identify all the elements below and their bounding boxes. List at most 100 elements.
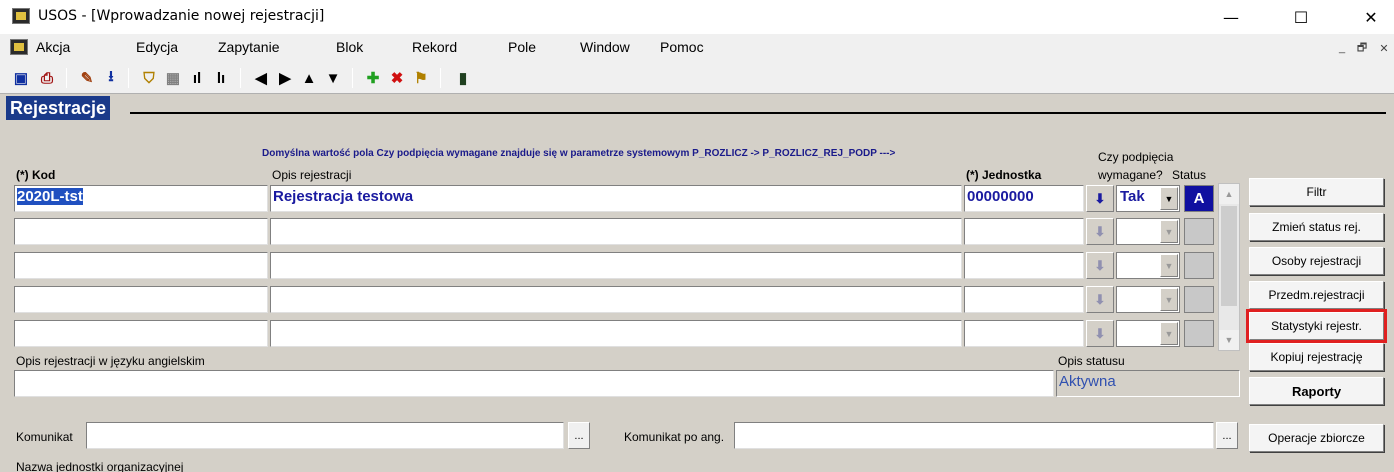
toolbar-separator [240,68,241,88]
lov-button[interactable]: ⬇ [1086,185,1114,212]
jednostka-field[interactable] [964,286,1084,313]
lov-icon: ⬇ [1094,291,1106,307]
opis-field[interactable] [270,320,962,347]
info-note: Domyślna wartość pola Czy podpięcia wyma… [262,148,896,159]
opis-ang-field[interactable] [14,370,1054,397]
toolbar: ▣ ⎙ ✎ ⭳ ⛉ ▦ ıl lı ◀ ▶ ▲ ▼ ✚ ✖ ⚑ ▮ [0,62,1394,94]
podpiecia-select[interactable]: ▼ [1116,320,1180,347]
save-icon[interactable]: ▣ [10,67,32,89]
kod-field[interactable]: 2020L-tst [14,185,268,212]
scroll-down-icon[interactable]: ▼ [1219,330,1239,350]
komunikat-ellipsis-button[interactable]: ... [568,422,590,449]
menu-bar: Akcja Edycja Zapytanie Blok Rekord Pole … [0,34,1394,62]
minimize-button[interactable]: — [1208,0,1254,34]
komunikat-label: Komunikat [16,430,73,444]
prev-icon[interactable]: ◀ [250,67,272,89]
kopiuj-rejestracje-button[interactable]: Kopiuj rejestrację [1249,343,1384,371]
scroll-up-icon[interactable]: ▲ [1219,184,1239,204]
menu-edycja[interactable]: Edycja [136,39,178,55]
download-icon[interactable]: ⭳ [100,67,122,89]
scroll-thumb[interactable] [1221,206,1237,306]
chevron-down-icon: ▼ [1160,220,1178,243]
column-header-podpiecia: Czy podpięcia [1098,150,1174,164]
lov-button[interactable]: ⬇ [1086,252,1114,279]
raporty-button[interactable]: Raporty [1249,377,1384,405]
grid-icon[interactable]: ▦ [162,67,184,89]
print-icon[interactable]: ⎙ [36,67,58,89]
clear-icon[interactable]: ⚑ [410,67,432,89]
status-badge[interactable] [1184,286,1214,313]
kod-field[interactable] [14,286,268,313]
mdi-restore-button[interactable]: 🗗 [1354,40,1370,56]
filter-icon[interactable]: ⛉ [138,67,160,89]
opis-field[interactable]: Rejestracja testowa [270,185,962,212]
komunikat-ang-label: Komunikat po ang. [624,430,725,444]
status-badge[interactable] [1184,320,1214,347]
osoby-rejestracji-button[interactable]: Osoby rejestracji [1249,247,1384,275]
opis-statusu-label: Opis statusu [1058,354,1125,368]
maximize-button[interactable]: ☐ [1278,0,1324,34]
statystyki-rejestr-button[interactable]: Statystyki rejestr. [1246,309,1387,343]
status-badge[interactable]: A [1184,185,1214,212]
komunikat-field[interactable] [86,422,564,449]
opis-ang-label: Opis rejestracji w języku angielskim [16,354,205,368]
kod-field[interactable] [14,252,268,279]
opis-field[interactable] [270,252,962,279]
toolbar-separator [352,68,353,88]
jednostka-field[interactable] [964,252,1084,279]
title-bar: USOS - [Wprowadzanie nowej rejestracji] … [0,0,1394,34]
app-icon [12,8,30,24]
jednostka-field[interactable] [964,218,1084,245]
przedm-rejestracji-button[interactable]: Przedm.rejestracji [1249,281,1384,309]
opis-field[interactable] [270,218,962,245]
menu-zapytanie[interactable]: Zapytanie [218,39,279,55]
menu-pomoc[interactable]: Pomoc [660,39,704,55]
mdi-minimize-button[interactable]: _ [1334,40,1350,56]
next-icon[interactable]: ▶ [274,67,296,89]
delete-icon[interactable]: ✖ [386,67,408,89]
menu-pole[interactable]: Pole [508,39,536,55]
records-scrollbar[interactable]: ▲ ▼ [1218,183,1240,351]
zmien-status-button[interactable]: Zmień status rej. [1249,213,1384,241]
section-divider [130,112,1386,114]
podpiecia-select[interactable]: ▼ [1116,252,1180,279]
menu-window[interactable]: Window [580,39,630,55]
status-badge[interactable] [1184,252,1214,279]
toolbar-separator [66,68,67,88]
menu-rekord[interactable]: Rekord [412,39,457,55]
mdi-close-button[interactable]: ✕ [1376,40,1392,56]
up-icon[interactable]: ▲ [298,67,320,89]
opis-statusu-value: Aktywna [1056,370,1240,397]
kod-field[interactable] [14,218,268,245]
status-badge[interactable] [1184,218,1214,245]
exit-icon[interactable]: ▮ [452,67,474,89]
chart-icon[interactable]: ıl [186,67,208,89]
menu-akcja[interactable]: Akcja [36,39,70,55]
podpiecia-select[interactable]: Tak ▼ [1116,185,1180,212]
jednostka-field[interactable]: 00000000 [964,185,1084,212]
insert-icon[interactable]: ✚ [362,67,384,89]
lov-icon: ⬇ [1094,325,1106,341]
column-header-opis: Opis rejestracji [272,168,352,182]
podpiecia-select[interactable]: ▼ [1116,218,1180,245]
lov-button[interactable]: ⬇ [1086,286,1114,313]
lov-button[interactable]: ⬇ [1086,218,1114,245]
menu-blok[interactable]: Blok [336,39,363,55]
filtr-button[interactable]: Filtr [1249,178,1384,206]
kod-field[interactable] [14,320,268,347]
komunikat-ang-ellipsis-button[interactable]: ... [1216,422,1238,449]
podpiecia-value: Tak [1120,188,1145,205]
down-icon[interactable]: ▼ [322,67,344,89]
close-button[interactable]: ✕ [1348,0,1394,34]
opis-field[interactable] [270,286,962,313]
lov-button[interactable]: ⬇ [1086,320,1114,347]
podpiecia-select[interactable]: ▼ [1116,286,1180,313]
jednostka-nazwa-label: Nazwa jednostki organizacyjnej [16,460,184,472]
edit-icon[interactable]: ✎ [76,67,98,89]
jednostka-field[interactable] [964,320,1084,347]
bar-chart-icon[interactable]: lı [210,67,232,89]
operacje-zbiorcze-button[interactable]: Operacje zbiorcze [1249,424,1384,452]
column-header-wymagane: wymagane? [1098,168,1163,182]
komunikat-ang-field[interactable] [734,422,1214,449]
toolbar-separator [128,68,129,88]
